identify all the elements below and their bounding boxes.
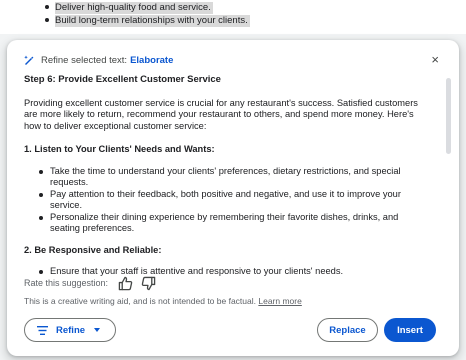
section-title: 1. Listen to Your Clients' Needs and Wan… [24, 144, 215, 154]
suggestion-content[interactable]: Step 6: Provide Excellent Customer Servi… [24, 74, 428, 296]
refine-dialog: Refine selected text: Elaborate × Step 6… [7, 40, 459, 356]
dialog-title: Refine selected text: [41, 54, 128, 66]
refine-button[interactable]: Refine [24, 318, 116, 342]
pen-sparkle-icon [23, 54, 35, 66]
replace-button[interactable]: Replace [317, 318, 378, 342]
learn-more-link[interactable]: Learn more [258, 296, 301, 306]
caret-down-icon [94, 328, 101, 332]
refine-label: Refine [56, 324, 86, 336]
bullet-item: Pay attention to their feedback, both po… [38, 189, 428, 212]
content-intro: Providing excellent customer service is … [24, 97, 418, 131]
thumbs-up-icon[interactable] [118, 276, 133, 291]
document-list-item: Build long-term relationships with your … [45, 14, 250, 27]
rate-suggestion-row: Rate this suggestion: [24, 275, 164, 291]
dialog-mode: Elaborate [130, 54, 174, 66]
thumbs-down-icon[interactable] [141, 276, 156, 291]
close-icon[interactable]: × [431, 53, 439, 67]
document-background: Deliver high-quality food and service. B… [0, 0, 466, 34]
section-title: 2. Be Responsive and Reliable: [24, 244, 162, 255]
document-list-item: Deliver high-quality food and service. [45, 1, 250, 14]
bullet-item: Take the time to understand your clients… [38, 166, 428, 189]
bullet-item: Personalize their dining experience by r… [38, 212, 428, 235]
scrollbar-thumb[interactable] [446, 78, 451, 154]
insert-button[interactable]: Insert [384, 318, 436, 342]
section-bullets: Take the time to understand your clients… [24, 166, 428, 235]
rate-label: Rate this suggestion: [24, 278, 109, 288]
disclaimer-text: This is a creative writing aid, and is n… [24, 296, 256, 306]
dialog-header: Refine selected text: Elaborate × [23, 53, 443, 67]
document-bullet-list: Deliver high-quality food and service. B… [45, 1, 250, 27]
disclaimer: This is a creative writing aid, and is n… [24, 296, 302, 306]
menu-lines-icon [37, 325, 48, 335]
content-heading: Step 6: Provide Excellent Customer Servi… [24, 74, 221, 85]
